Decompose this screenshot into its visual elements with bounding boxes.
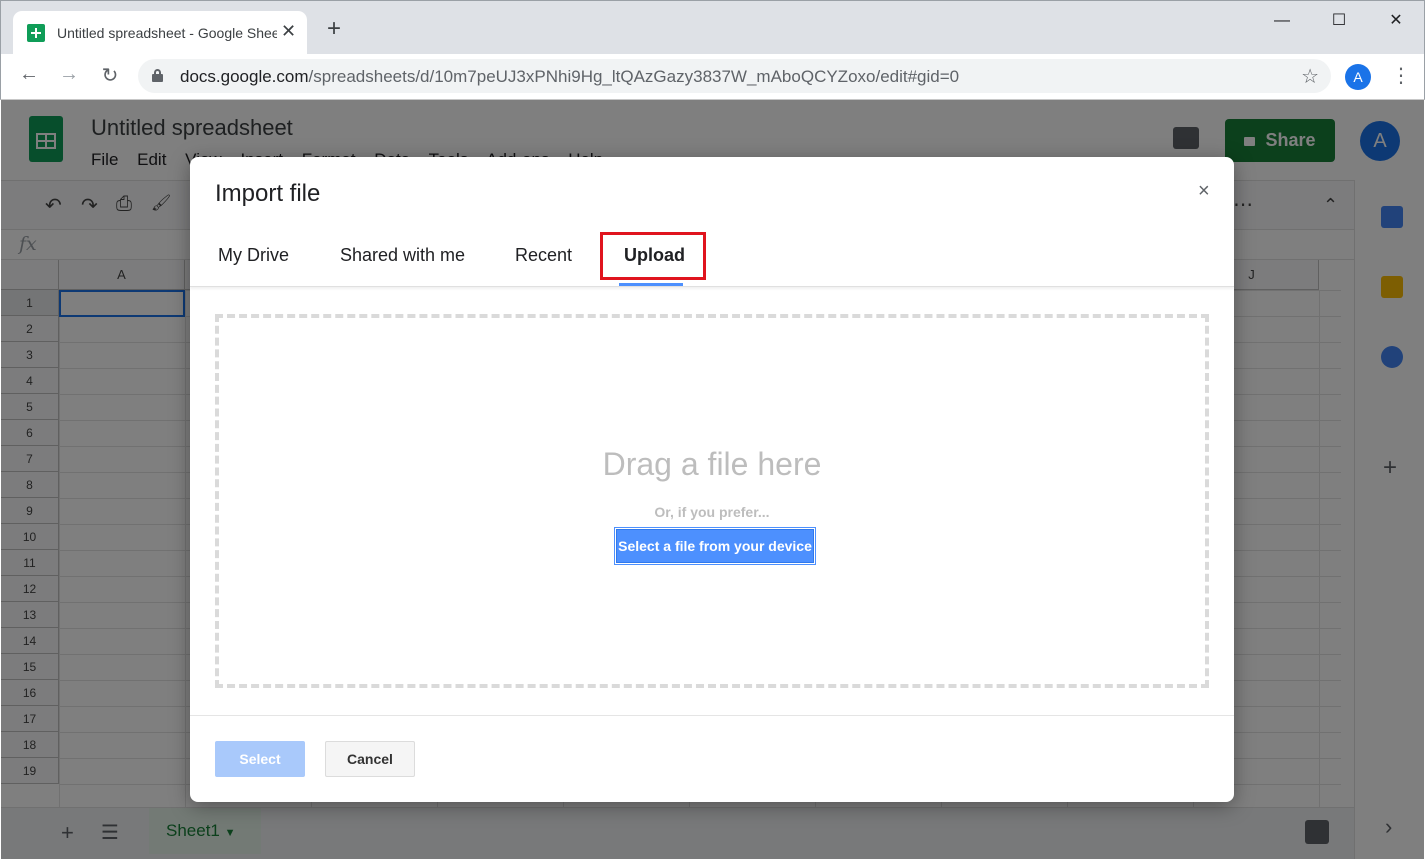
close-icon[interactable]: ×	[1198, 179, 1210, 203]
forward-icon[interactable]: →	[55, 63, 83, 86]
dialog-title: Import file	[215, 180, 321, 207]
tab-title: Untitled spreadsheet - Google Sheets	[57, 25, 277, 41]
upload-tab-highlight	[600, 232, 706, 280]
active-tab-indicator	[619, 283, 683, 286]
footer-divider	[190, 715, 1234, 716]
file-drop-zone[interactable]: Drag a file here Or, if you prefer... Se…	[215, 314, 1209, 688]
tab-recent[interactable]: Recent	[515, 245, 572, 266]
reload-icon[interactable]: ↻	[96, 63, 124, 88]
dialog-tabs: My Drive Shared with me Recent Upload	[190, 235, 1234, 287]
select-button[interactable]: Select	[215, 741, 305, 777]
address-bar[interactable]: docs.google.com/spreadsheets/d/10m7peUJ3…	[138, 59, 1331, 93]
select-file-from-device-button[interactable]: Select a file from your device	[616, 529, 814, 563]
sheets-favicon-icon	[27, 24, 45, 42]
maximize-icon[interactable]: ☐	[1319, 9, 1359, 33]
new-tab-icon[interactable]: +	[327, 17, 341, 41]
browser-toolbar: ← → ↻ docs.google.com/spreadsheets/d/10m…	[0, 54, 1425, 100]
browser-tabstrip: Untitled spreadsheet - Google Sheets ✕ +…	[0, 0, 1425, 55]
lock-icon[interactable]	[152, 69, 163, 82]
url-path: /spreadsheets/d/10m7peUJ3xPNhi9Hg_ltQAzG…	[308, 67, 960, 86]
cancel-button[interactable]: Cancel	[325, 741, 415, 777]
back-icon[interactable]: ←	[15, 63, 43, 86]
url-host: docs.google.com	[180, 67, 309, 86]
profile-avatar[interactable]: A	[1345, 64, 1371, 90]
bookmark-star-icon[interactable]: ☆	[1301, 64, 1319, 89]
drag-file-text: Drag a file here	[602, 446, 822, 482]
url-text[interactable]: docs.google.com/spreadsheets/d/10m7peUJ3…	[180, 67, 959, 87]
import-file-dialog: Import file × My Drive Shared with me Re…	[190, 157, 1234, 802]
tab-my-drive[interactable]: My Drive	[218, 245, 289, 266]
browser-menu-icon[interactable]: ⋮	[1391, 64, 1411, 88]
browser-tab[interactable]: Untitled spreadsheet - Google Sheets ✕	[13, 11, 307, 55]
window-close-icon[interactable]: ✕	[1376, 9, 1416, 33]
prefer-text: Or, if you prefer...	[654, 504, 770, 520]
minimize-icon[interactable]: —	[1262, 9, 1302, 33]
tab-shared-with-me[interactable]: Shared with me	[340, 245, 465, 266]
tab-close-icon[interactable]: ✕	[281, 21, 296, 42]
